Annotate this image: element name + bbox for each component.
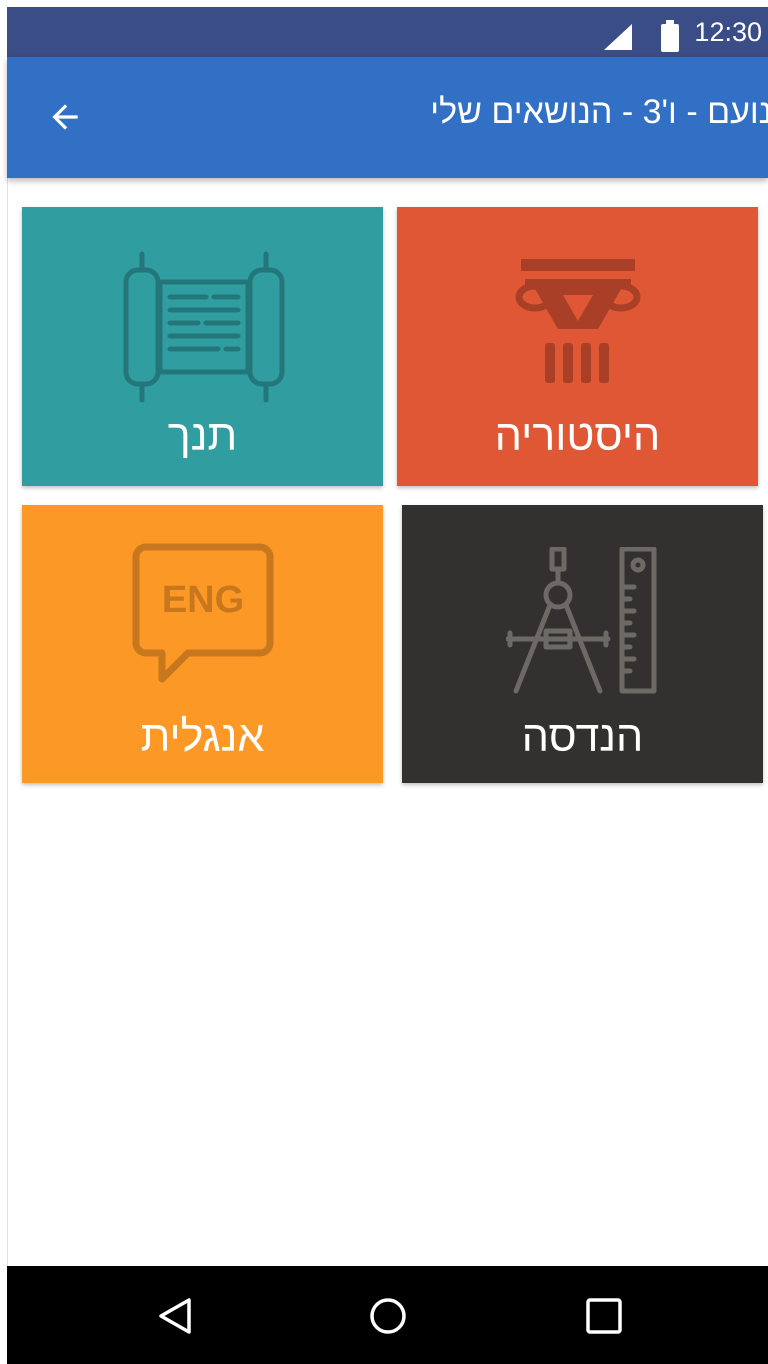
column-icon <box>515 259 641 383</box>
status-bar: 12:30 <box>7 7 768 57</box>
page-title: נועם - ו'3 - הנושאים שלי <box>430 93 768 131</box>
home-circle-icon[interactable] <box>366 1294 410 1338</box>
back-button[interactable] <box>35 87 95 147</box>
subject-label-english: אנגלית <box>140 713 265 761</box>
subject-label-geometry: הנדסה <box>521 713 644 761</box>
subject-tile-english[interactable]: ENG אנגלית <box>22 505 383 783</box>
subject-tile-history[interactable]: היסטוריה <box>397 207 758 486</box>
subject-label-tanakh: תנך <box>167 412 238 460</box>
subject-label-history: היסטוריה <box>494 412 661 460</box>
signal-icon <box>604 24 632 50</box>
content-border <box>7 178 8 1266</box>
recents-square-icon[interactable] <box>582 1294 626 1338</box>
eng-icon-text: ENG <box>162 579 244 621</box>
status-time: 12:30 <box>694 17 762 47</box>
subject-tile-tanakh[interactable]: תנך <box>22 207 383 486</box>
battery-icon <box>661 20 679 52</box>
navigation-bar <box>7 1266 768 1364</box>
back-triangle-icon[interactable] <box>153 1294 197 1338</box>
arrow-back-icon <box>52 104 78 130</box>
subject-tile-geometry[interactable]: הנדסה <box>402 505 763 783</box>
compass-ruler-icon <box>506 547 657 694</box>
eng-speech-bubble-icon: ENG <box>132 543 274 683</box>
app-bar: נועם - ו'3 - הנושאים שלי <box>7 57 768 178</box>
torah-scroll-icon <box>123 251 285 403</box>
